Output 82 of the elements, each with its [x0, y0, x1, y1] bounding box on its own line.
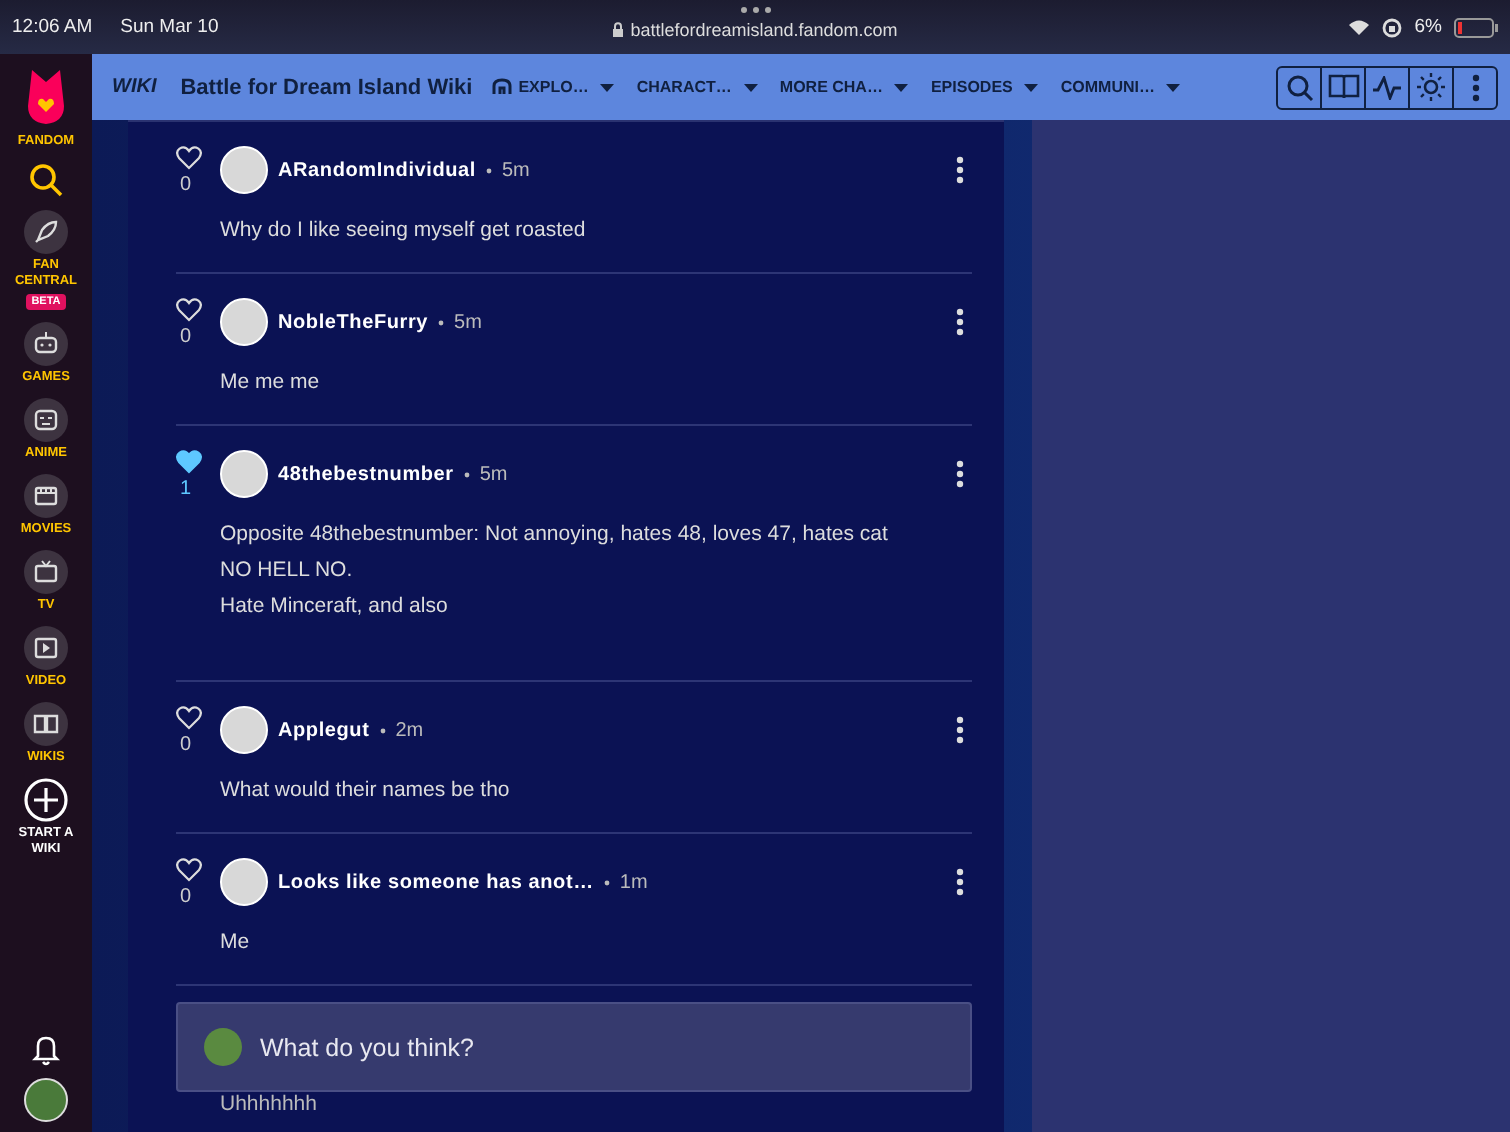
nav-menu-item[interactable]: CHARACT… [636, 78, 758, 96]
open-book-icon [1327, 74, 1359, 100]
heart-icon[interactable] [176, 858, 202, 882]
book-icon[interactable] [24, 702, 68, 746]
heart-icon[interactable] [176, 706, 202, 730]
username-link[interactable]: Applegut [278, 719, 370, 741]
user-avatar[interactable] [24, 1078, 68, 1122]
avatar-circle[interactable] [220, 146, 268, 194]
bell-icon[interactable] [32, 1034, 60, 1066]
username-link[interactable]: NobleTheFurry [278, 311, 429, 333]
search-icon[interactable] [28, 162, 64, 198]
more-vertical-icon[interactable] [956, 716, 964, 744]
comment-time: 5m [502, 159, 530, 181]
comment-text: Me [220, 928, 252, 958]
lock-icon [612, 22, 625, 38]
explore-icon [492, 78, 513, 96]
like-count: 0 [178, 326, 192, 348]
clock-time: 12:06 AM [12, 16, 93, 38]
avatar-circle[interactable] [220, 450, 268, 498]
caret-icon [1024, 83, 1039, 91]
nav-menu-item[interactable]: EPISODES [930, 78, 1039, 96]
comment-text: Uhhhhhhh [218, 1092, 319, 1116]
nav-menu-item[interactable]: EXPLO… [492, 78, 615, 96]
heart-filled-icon[interactable] [176, 450, 202, 474]
username-link[interactable]: Looks like someone has anot… [278, 871, 594, 893]
separator-dot-icon [486, 167, 492, 173]
comment-text: Hate Minceraft, and also [220, 592, 450, 622]
nav-menu-item[interactable]: COMMUNI… [1060, 78, 1181, 96]
url-text[interactable]: battlefordreamisland.fandom.com [630, 20, 898, 40]
face-icon[interactable] [24, 398, 68, 442]
comment-time: 5m [479, 463, 508, 485]
comment-text: Opposite 48thebestnumber: Not annoying, hates 48, loves 47, hates cat [220, 520, 890, 550]
more-vertical-icon[interactable] [956, 460, 964, 488]
heart-icon[interactable] [176, 298, 202, 322]
wiki-logo[interactable]: WIKI [112, 76, 157, 98]
gamepad-icon[interactable] [24, 322, 68, 366]
like-count: 0 [178, 886, 192, 908]
more-vertical-icon [1471, 73, 1479, 101]
more-dots-icon[interactable] [739, 6, 771, 14]
wiki-title[interactable]: Battle for Dream Island Wiki [180, 75, 473, 99]
more-vertical-icon[interactable] [956, 868, 964, 896]
tv-icon[interactable] [24, 550, 68, 594]
flame-logo-icon[interactable] [24, 66, 68, 126]
search-icon [1285, 73, 1313, 101]
comment-time: 1m [619, 871, 648, 893]
avatar-circle[interactable] [220, 298, 268, 346]
play-video-icon[interactable] [24, 626, 68, 670]
sun-icon [1416, 72, 1446, 102]
comment-time: 2m [395, 719, 424, 741]
clapperboard-icon[interactable] [24, 474, 68, 518]
like-count: 0 [178, 174, 192, 196]
comment-text: NO HELL NO. [220, 556, 355, 586]
comment-time: 5m [454, 311, 482, 333]
lock-rotation-icon [1382, 17, 1403, 37]
battery-percent: 6% [1414, 16, 1442, 38]
caret-icon [894, 83, 909, 91]
more-vertical-icon[interactable] [956, 156, 964, 184]
comment-text: Why do I like seeing myself get roasted [220, 216, 588, 246]
heart-icon[interactable] [176, 146, 202, 170]
username-link[interactable]: ARandomIndividual [278, 159, 476, 181]
more-vertical-icon[interactable] [956, 308, 964, 336]
avatar-circle[interactable] [220, 706, 268, 754]
caret-icon [1166, 83, 1181, 91]
separator-dot-icon [463, 471, 470, 477]
wifi-icon [1348, 18, 1371, 36]
battery-icon [1454, 17, 1498, 37]
comment-text: Me me me [220, 368, 322, 398]
separator-dot-icon [603, 879, 610, 885]
caret-icon [600, 83, 615, 91]
like-count: 1 [178, 478, 192, 500]
separator-dot-icon [379, 727, 386, 733]
avatar-circle[interactable] [220, 858, 268, 906]
comment-text: What would their names be tho [220, 776, 512, 806]
caret-icon [743, 83, 758, 91]
nav-menu-item[interactable]: MORE CHA… [779, 78, 909, 96]
username-link[interactable]: 48thebestnumber [278, 463, 454, 485]
add-circle-icon[interactable] [24, 778, 68, 822]
reply-input-field[interactable]: What do you think? [176, 1002, 972, 1092]
separator-dot-icon [438, 319, 445, 325]
date-text: Sun Mar 10 [120, 16, 219, 38]
like-count: 0 [178, 734, 192, 756]
activity-icon [1372, 75, 1402, 99]
